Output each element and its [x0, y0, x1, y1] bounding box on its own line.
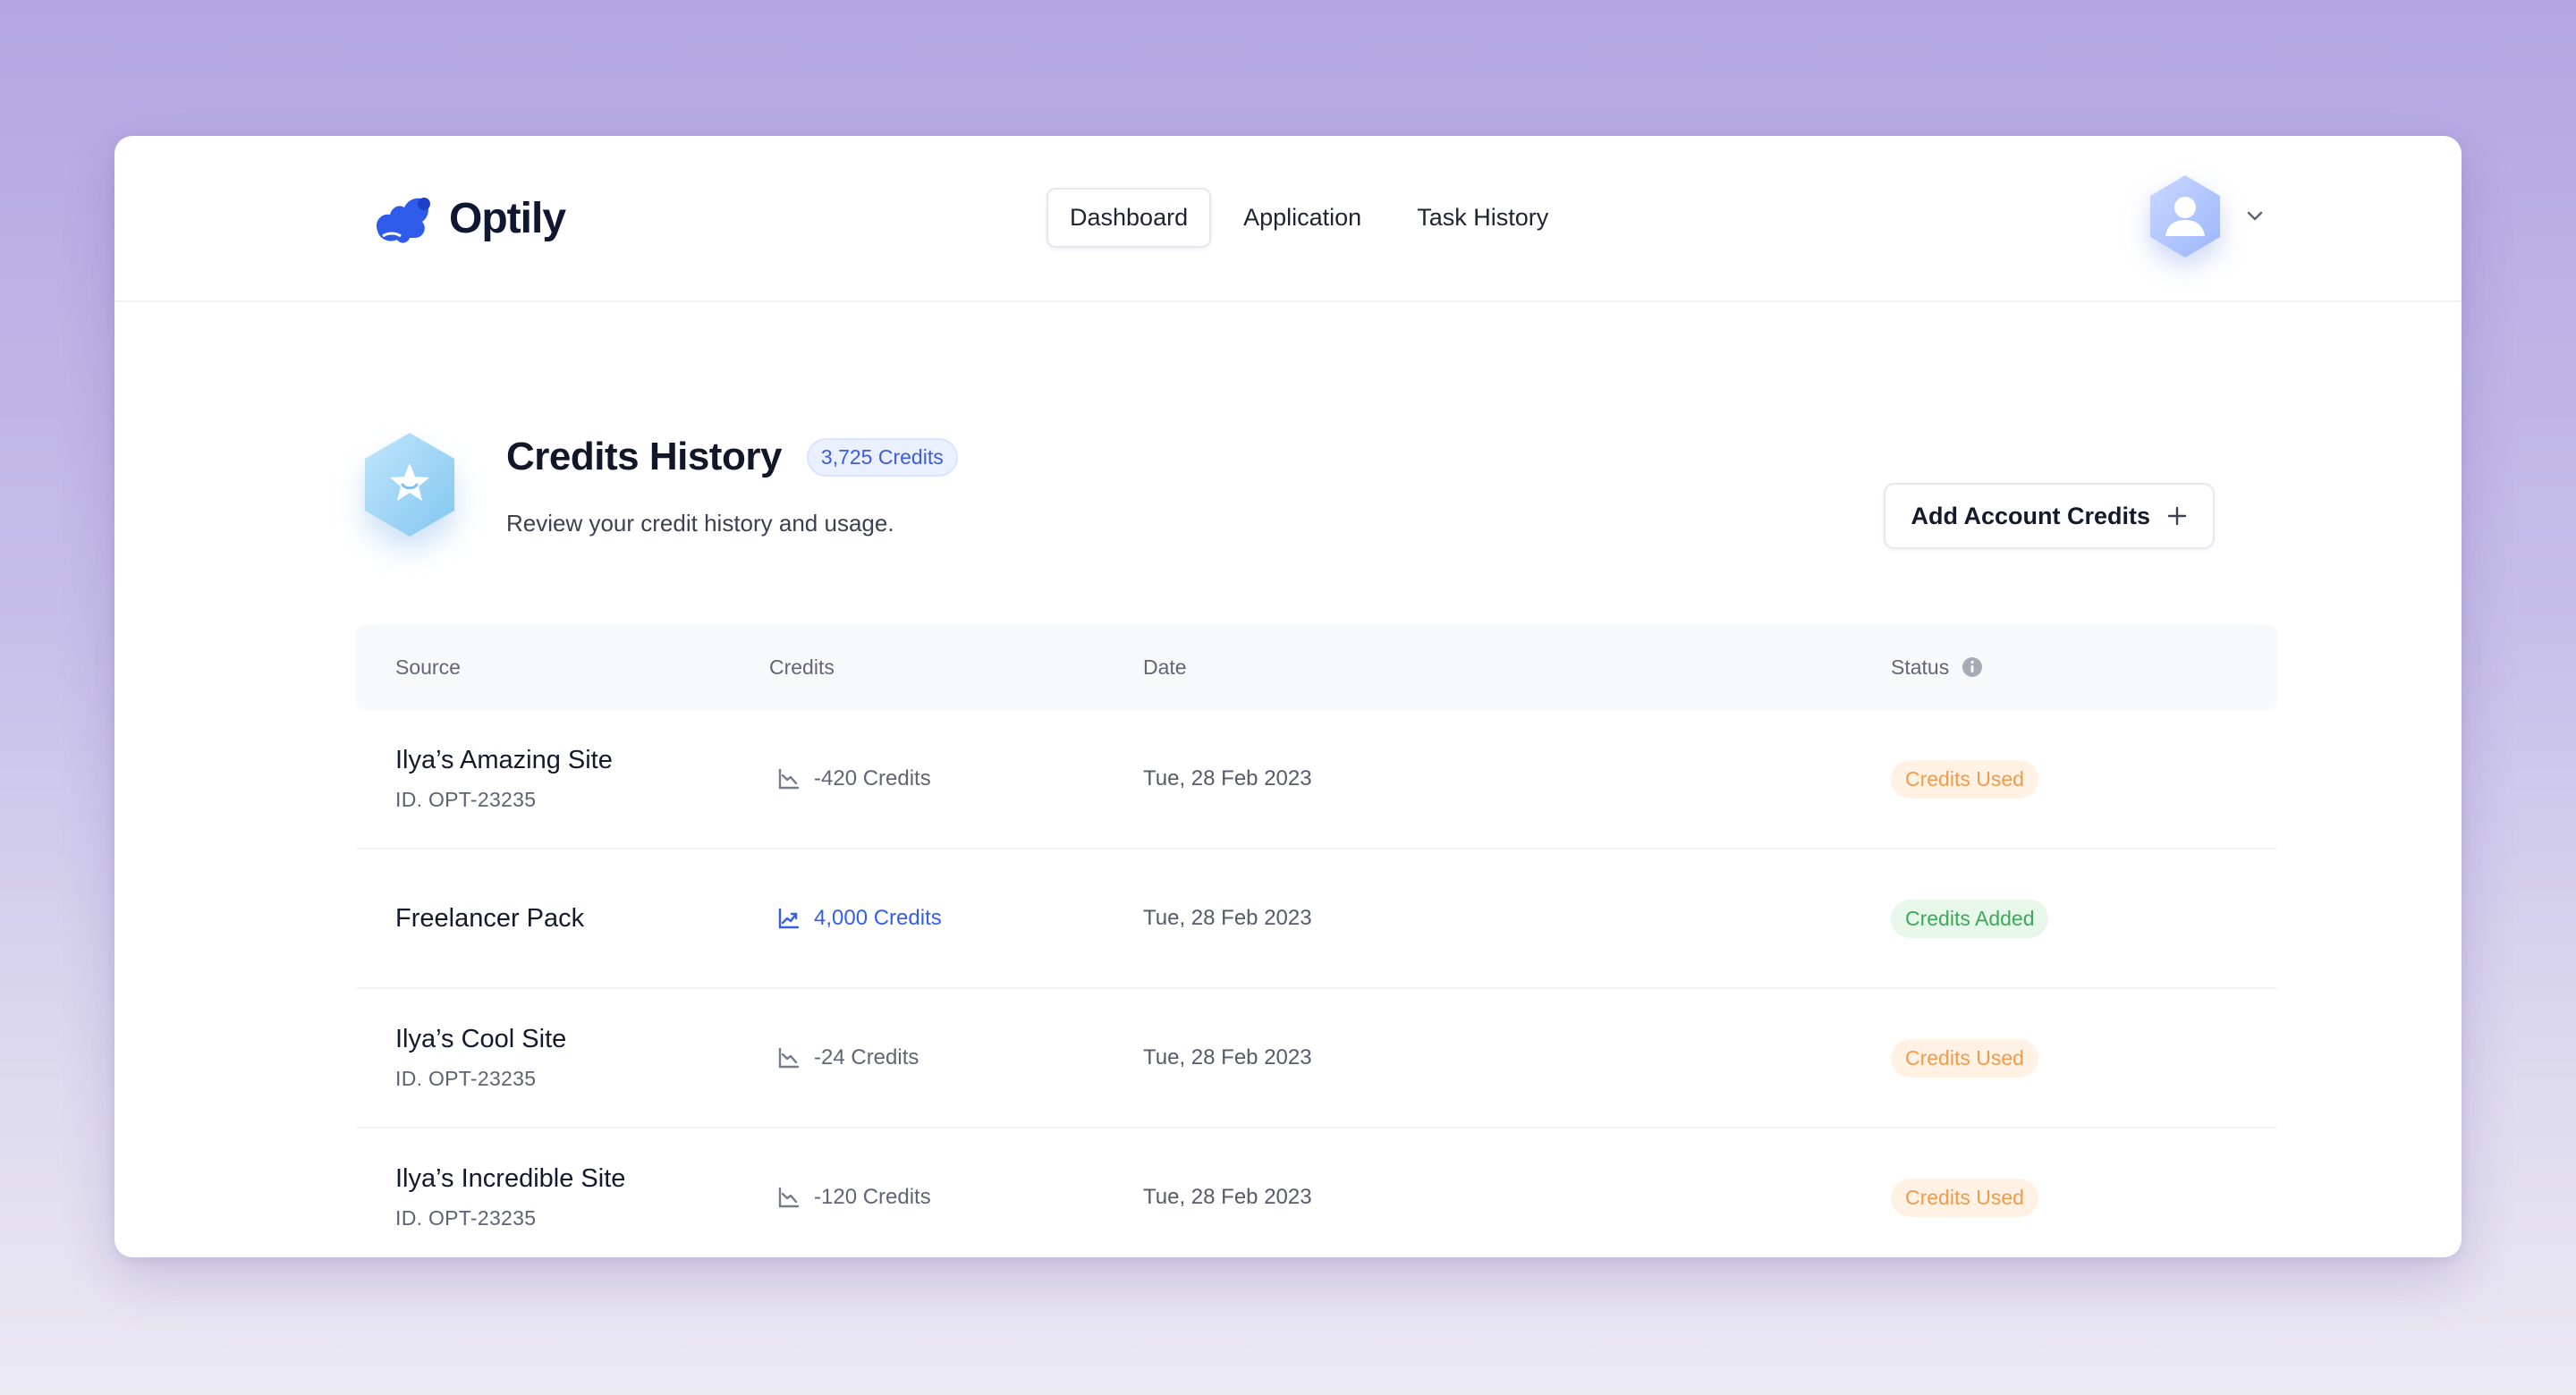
trend-up-icon — [778, 908, 800, 929]
date-cell: Tue, 28 Feb 2023 — [1143, 766, 1312, 790]
status-cell: Credits Used — [1852, 759, 2277, 799]
add-account-credits-label: Add Account Credits — [1911, 502, 2150, 529]
status-badge: Credits Added — [1891, 899, 2049, 938]
date-cell: Tue, 28 Feb 2023 — [1143, 1045, 1312, 1070]
nav-application[interactable]: Application — [1220, 188, 1385, 248]
app-window: Optily Dashboard Application Task Histor… — [114, 136, 2462, 1257]
column-header-date[interactable]: Date — [1104, 655, 1852, 680]
status-badge: Credits Used — [1891, 1038, 2038, 1078]
source-id: ID. OPT-23235 — [395, 1206, 537, 1230]
source-name[interactable]: Ilya’s Incredible Site — [395, 1164, 730, 1194]
status-cell: Credits Used — [1852, 1178, 2277, 1217]
page-subtitle: Review your credit history and usage. — [506, 510, 894, 537]
credits-amount: -120 Credits — [814, 1185, 931, 1209]
date-cell: Tue, 28 Feb 2023 — [1143, 906, 1312, 930]
credits-cell: -24 Credits — [730, 1045, 1104, 1070]
user-menu[interactable] — [2147, 173, 2267, 259]
brand-name: Optily — [449, 194, 566, 242]
credits-cell: 4,000 Credits — [730, 906, 1104, 931]
status-badge: Credits Used — [1891, 759, 2038, 799]
source-name[interactable]: Freelancer Pack — [395, 904, 730, 934]
credits-amount: 4,000 Credits — [814, 906, 942, 930]
credits-amount: -24 Credits — [814, 1045, 919, 1070]
trend-down-icon — [778, 768, 800, 790]
brand-logo[interactable]: Optily — [370, 186, 566, 250]
credits-cell: -120 Credits — [730, 1185, 1104, 1210]
optily-logo-icon — [376, 198, 430, 243]
source-cell: Ilya’s Cool Site ID. OPT-23235 — [356, 1025, 730, 1091]
table-header: Source Credits Date Status — [356, 624, 2277, 710]
date-cell: Tue, 28 Feb 2023 — [1143, 1185, 1312, 1209]
source-id: ID. OPT-23235 — [395, 788, 537, 811]
nav-dashboard[interactable]: Dashboard — [1046, 188, 1212, 248]
credits-amount: -420 Credits — [814, 766, 931, 790]
source-name[interactable]: Ilya’s Amazing Site — [395, 746, 730, 775]
nav-task-history[interactable]: Task History — [1394, 188, 1572, 248]
info-icon[interactable] — [1962, 656, 1983, 678]
trend-down-icon — [778, 1047, 800, 1069]
source-id: ID. OPT-23235 — [395, 1067, 537, 1090]
top-navigation-bar: Optily Dashboard Application Task Histor… — [114, 136, 2462, 302]
trend-down-icon — [778, 1187, 800, 1208]
table-row[interactable]: Freelancer Pack 4,000 Credits Tue, 28 Fe… — [356, 850, 2277, 989]
table-row[interactable]: Ilya’s Incredible Site ID. OPT-23235 -12… — [356, 1129, 2277, 1257]
main-nav: Dashboard Application Task History — [1046, 188, 1572, 248]
table-row[interactable]: Ilya’s Amazing Site ID. OPT-23235 -420 C… — [356, 710, 2277, 850]
source-cell: Freelancer Pack — [356, 904, 730, 934]
source-name[interactable]: Ilya’s Cool Site — [395, 1025, 730, 1054]
status-cell: Credits Used — [1852, 1038, 2277, 1078]
table-row[interactable]: Ilya’s Cool Site ID. OPT-23235 -24 Credi… — [356, 989, 2277, 1129]
column-header-status-label: Status — [1891, 655, 1950, 679]
status-badge: Credits Used — [1891, 1178, 2038, 1217]
user-avatar-icon[interactable] — [2147, 173, 2224, 259]
add-account-credits-button[interactable]: Add Account Credits — [1884, 483, 2215, 549]
page-header: Credits History 3,725 Credits Review you… — [361, 431, 2215, 574]
credits-table: Source Credits Date Status Ilya’s Amazin… — [356, 624, 2277, 1257]
column-header-source[interactable]: Source — [356, 655, 730, 680]
source-cell: Ilya’s Incredible Site ID. OPT-23235 — [356, 1164, 730, 1230]
title-row: Credits History 3,725 Credits — [506, 435, 958, 479]
chevron-down-icon[interactable] — [2243, 205, 2267, 228]
page-title: Credits History — [506, 435, 782, 478]
star-badge-icon — [365, 433, 454, 537]
plus-icon — [2167, 506, 2187, 526]
column-header-credits[interactable]: Credits — [730, 655, 1104, 680]
credits-cell: -420 Credits — [730, 766, 1104, 791]
source-cell: Ilya’s Amazing Site ID. OPT-23235 — [356, 746, 730, 812]
credits-balance-badge: 3,725 Credits — [806, 437, 958, 477]
column-header-status[interactable]: Status — [1852, 655, 2277, 680]
status-cell: Credits Added — [1852, 899, 2277, 938]
